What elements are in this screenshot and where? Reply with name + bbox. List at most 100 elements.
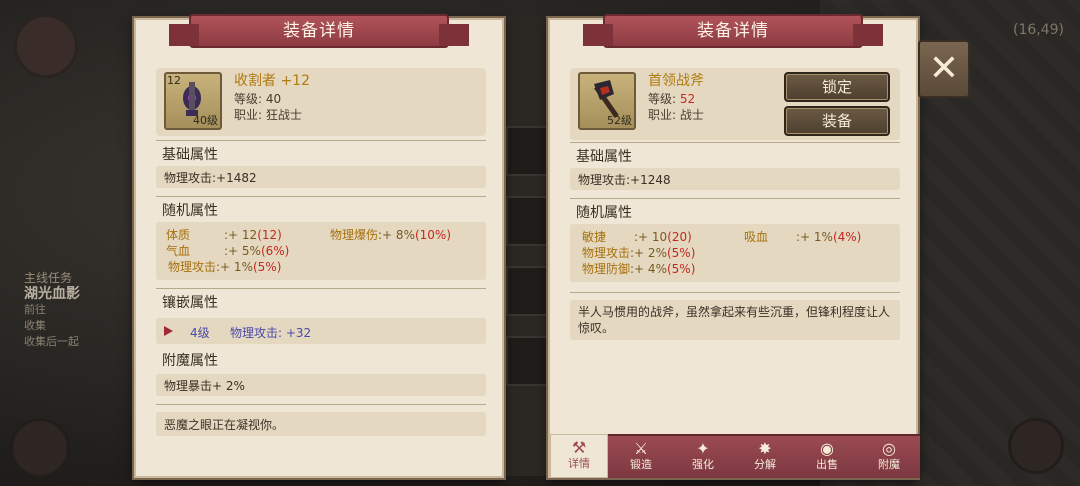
player-avatar[interactable] — [14, 14, 78, 78]
stat-name: 体质 — [166, 228, 191, 242]
divider — [156, 404, 486, 405]
item-level: 等级: 52 — [648, 90, 695, 107]
stat-max: (10%) — [414, 228, 452, 242]
coins-icon: ◉ — [820, 439, 834, 458]
stat-name: 气血 — [166, 244, 191, 258]
panel-title: 装备详情 — [583, 14, 883, 48]
tab-forge[interactable]: ⚔ 锻造 — [612, 436, 670, 478]
quest-line: 收集后一起 — [24, 335, 79, 348]
tab-label: 详情 — [568, 457, 590, 470]
class-value: 狂战士 — [265, 108, 302, 122]
sparkle-icon: ✦ — [696, 439, 710, 458]
level-label: 等级: — [234, 92, 263, 106]
item-name: 首领战斧 — [648, 73, 704, 89]
description-box: 恶魔之眼正在凝视你。 — [156, 412, 486, 436]
base-attributes-title: 基础属性 — [576, 149, 632, 165]
tab-bar: ⚒ 详情 ⚔ 锻造 ✦ 强化 ✸ 分解 ◉ 出售 ◎ 附魔 — [550, 434, 920, 478]
stat-name: 物理攻击 — [168, 260, 217, 274]
description-box: 半人马惯用的战斧，虽然拿起来有些沉重，但锋利程度让人惊叹。 — [570, 300, 900, 340]
stat-value: :+ 2% — [630, 246, 667, 260]
enchant-stat: 物理暴击+ 2% — [164, 379, 245, 393]
random-attributes-title: 随机属性 — [162, 203, 218, 219]
random-stat: 物理防御:+ 4%(5%) — [582, 260, 695, 277]
level-value: 40 — [265, 92, 282, 106]
random-attributes-box: 敏捷 :+ 10(20) 吸血 :+ 1%(4%) 物理攻击:+ 2%(5%) 物理… — [570, 224, 900, 282]
level-value: 52 — [679, 92, 696, 106]
inlay-attributes-box: 4级 物理攻击: +32 — [156, 318, 486, 344]
item-class: 职业: 战士 — [648, 106, 704, 123]
stat-value: :+ 1% — [796, 230, 833, 244]
inlay-stat: 物理攻击: +32 — [230, 326, 312, 340]
menu-button[interactable] — [1008, 418, 1064, 474]
anvil-icon: ⚔ — [633, 439, 649, 458]
stat-max: (6%) — [260, 244, 290, 258]
item-description: 半人马惯用的战斧，虽然拿起来有些沉重，但锋利程度让人惊叹。 — [578, 305, 891, 335]
item-level: 等级: 40 — [234, 90, 281, 107]
level-label: 等级: — [648, 92, 677, 106]
stat-name: 吸血 — [744, 230, 769, 244]
stat-name: 物理爆伤 — [330, 228, 379, 242]
stat-value: :+ 4% — [630, 262, 667, 276]
random-stat: 体质 :+ 12(12) — [166, 226, 282, 243]
base-stat: 物理攻击:+1482 — [164, 171, 257, 185]
chat-button[interactable] — [10, 418, 70, 478]
tab-details[interactable]: ⚒ 详情 — [550, 434, 608, 478]
close-button[interactable]: ✕ — [918, 40, 970, 98]
scythe-icon[interactable]: 12 40级 — [164, 72, 222, 130]
random-stat: 物理爆伤:+ 8%(10%) — [330, 226, 451, 243]
hammer-icon: ⚒ — [571, 438, 587, 457]
quest-line: 前往 — [24, 303, 46, 316]
quest-line: 收集 — [24, 319, 46, 332]
stat-value: :+ 5% — [224, 244, 261, 258]
stat-max: (12) — [257, 228, 282, 242]
lock-button[interactable]: 锁定 — [784, 72, 890, 102]
random-stat: 吸血 :+ 1%(4%) — [744, 228, 861, 245]
base-attributes-box: 物理攻击:+1248 — [570, 168, 900, 190]
quest-name: 湖光血影 — [24, 286, 80, 302]
enchant-attributes-title: 附魔属性 — [162, 353, 218, 369]
base-attributes-box: 物理攻击:+1482 — [156, 166, 486, 188]
random-stat: 气血 :+ 5%(6%) — [166, 242, 289, 259]
stat-value: :+ 12 — [224, 228, 258, 242]
stat-max: (4%) — [832, 230, 862, 244]
quest-tracker[interactable]: 主线任务 湖光血影 前往 收集 收集后一起 — [24, 270, 134, 350]
base-attributes-title: 基础属性 — [162, 147, 218, 163]
divider — [156, 140, 486, 141]
divider — [156, 196, 486, 197]
stat-name: 敏捷 — [582, 230, 607, 244]
stat-value: :+ 10 — [634, 230, 668, 244]
divider — [156, 288, 486, 289]
tab-enhance[interactable]: ✦ 强化 — [674, 436, 732, 478]
tab-dismantle[interactable]: ✸ 分解 — [736, 436, 794, 478]
divider — [570, 198, 900, 199]
tab-label: 出售 — [816, 458, 838, 471]
tab-label: 附魔 — [878, 458, 900, 471]
tab-enchant[interactable]: ◎ 附魔 — [860, 436, 918, 478]
class-value: 战士 — [679, 108, 704, 122]
stat-value: :+ 8% — [378, 228, 415, 242]
tab-label: 分解 — [754, 458, 776, 471]
random-attributes-box: 体质 :+ 12(12) 物理爆伤:+ 8%(10%) 气血 :+ 5%(6%) 物… — [156, 222, 486, 280]
level-badge: 52级 — [607, 114, 632, 127]
burst-icon: ✸ — [758, 439, 772, 458]
level-badge: 40级 — [193, 114, 218, 127]
equip-button[interactable]: 装备 — [784, 106, 890, 136]
stat-name: 物理防御 — [582, 262, 631, 276]
stat-max: (20) — [667, 230, 692, 244]
equipped-item-panel: 装备详情 12 40级 收割者 +12 等级: 40 职业: 狂战士 基础属性 … — [134, 14, 504, 478]
ruby-gem-icon — [164, 326, 173, 336]
tab-sell[interactable]: ◉ 出售 — [798, 436, 856, 478]
stat-max: (5%) — [252, 260, 282, 274]
divider — [570, 142, 900, 143]
tab-label: 锻造 — [630, 458, 652, 471]
random-stat: 敏捷 :+ 10(20) — [582, 228, 692, 245]
panel-title: 装备详情 — [169, 14, 469, 48]
stat-max: (5%) — [666, 246, 696, 260]
battle-axe-icon[interactable]: 52级 — [578, 72, 636, 130]
random-stat: 物理攻击:+ 2%(5%) — [582, 244, 695, 261]
quest-heading: 主线任务 — [24, 271, 73, 285]
divider — [570, 292, 900, 293]
item-description: 恶魔之眼正在凝视你。 — [164, 418, 285, 432]
tab-label: 强化 — [692, 458, 714, 471]
class-label: 职业: — [234, 108, 263, 122]
